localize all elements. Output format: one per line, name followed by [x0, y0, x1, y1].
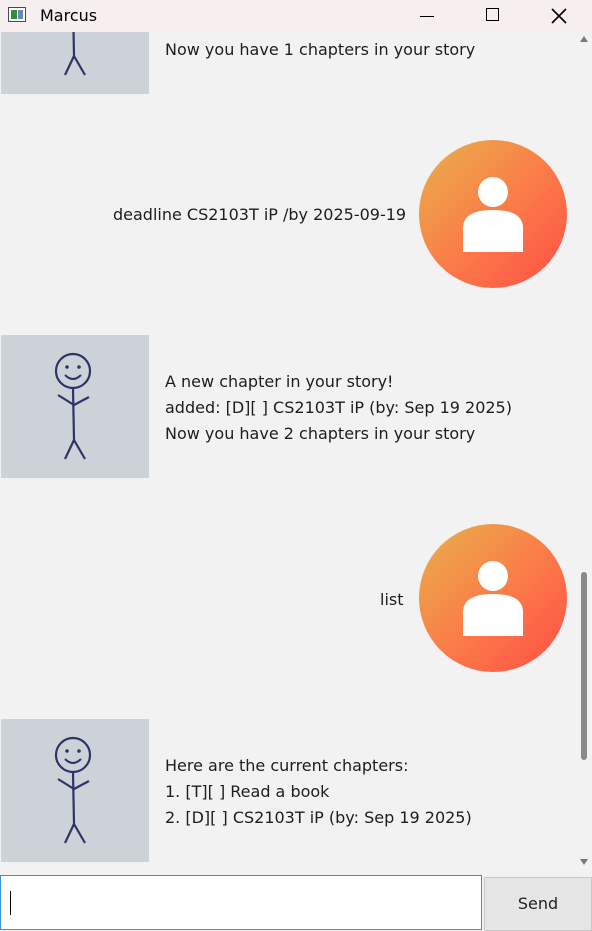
scrollbar-thumb[interactable]	[581, 572, 587, 760]
user-message-line: list	[380, 590, 404, 609]
duke-message-line: Here are the current chapters:	[165, 756, 409, 775]
text-caret	[10, 891, 11, 915]
message-input[interactable]	[0, 875, 482, 930]
app-window: Marcus Now you have 1 chapters in your s…	[0, 0, 592, 931]
duke-message-line: added: [D][ ] CS2103T iP (by: Sep 19 202…	[165, 398, 512, 417]
user-icon	[463, 561, 523, 636]
maximize-icon[interactable]	[470, 0, 516, 32]
user-avatar	[419, 140, 567, 288]
input-bar: Send	[0, 873, 592, 931]
chat-area[interactable]: Now you have 1 chapters in your story de…	[0, 32, 576, 873]
user-icon	[463, 177, 523, 252]
user-message-line: deadline CS2103T iP /by 2025-09-19	[113, 205, 407, 224]
duke-avatar	[1, 719, 149, 862]
window-title: Marcus	[40, 6, 98, 25]
minimize-icon[interactable]	[404, 0, 450, 32]
vertical-scrollbar[interactable]	[576, 32, 592, 873]
app-window-icon	[8, 7, 26, 22]
title-bar[interactable]: Marcus	[0, 0, 592, 32]
scroll-up-arrow-icon[interactable]	[580, 36, 588, 42]
duke-message-line: 2. [D][ ] CS2103T iP (by: Sep 19 2025)	[165, 808, 472, 827]
duke-avatar	[1, 32, 149, 94]
user-avatar	[419, 524, 567, 672]
duke-message-line: Now you have 2 chapters in your story	[165, 424, 476, 443]
duke-avatar	[1, 335, 149, 478]
scroll-down-arrow-icon[interactable]	[580, 859, 588, 865]
duke-message-line: Now you have 1 chapters in your story	[165, 40, 476, 59]
duke-message-line: 1. [T][ ] Read a book	[165, 782, 330, 801]
send-button[interactable]: Send	[484, 877, 592, 931]
duke-message-line: A new chapter in your story!	[165, 372, 394, 391]
close-icon[interactable]	[536, 0, 582, 32]
